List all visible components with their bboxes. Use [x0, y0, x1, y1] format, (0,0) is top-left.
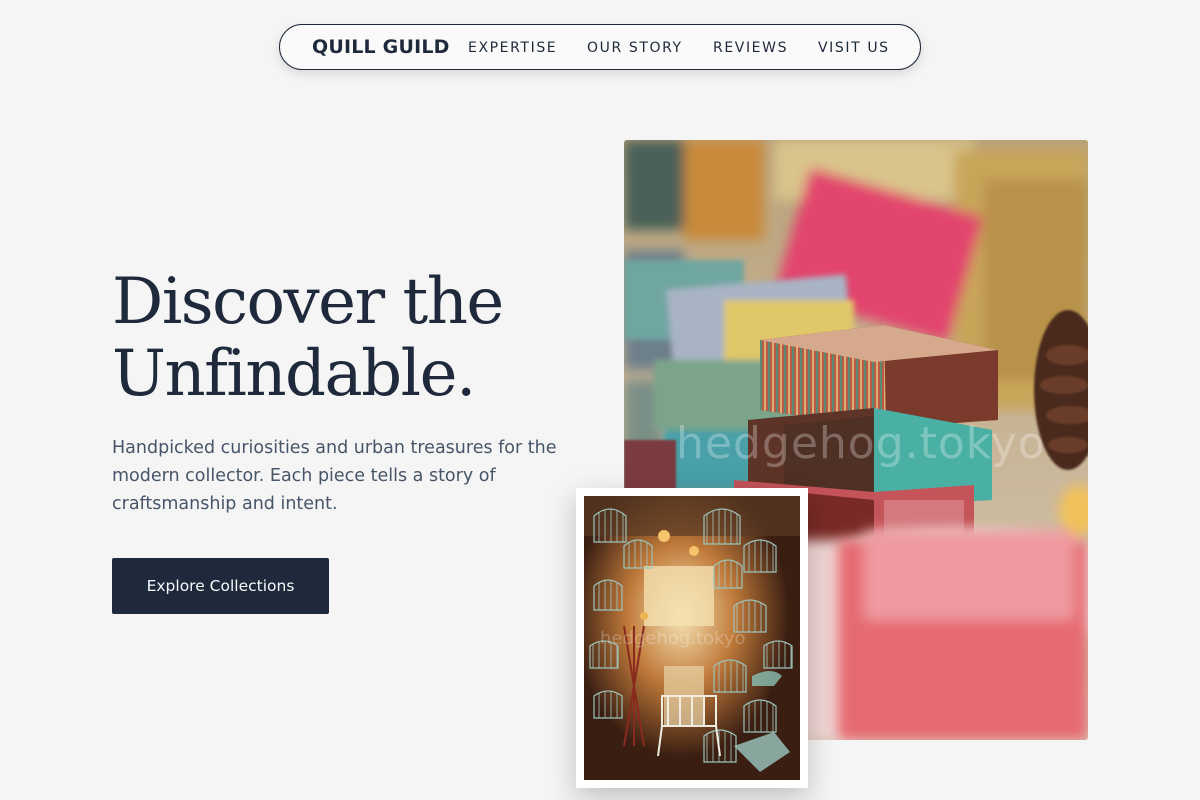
- nav-link-expertise[interactable]: EXPERTISE: [468, 39, 557, 57]
- nav-link-visit-us[interactable]: VISIT US: [818, 39, 890, 57]
- top-nav: QUILL GUILD EXPERTISE OUR STORY REVIEWS …: [279, 24, 921, 70]
- main-image-watermark: hedgehog.tokyo: [676, 418, 1046, 469]
- inset-image-frame: hedgehog.tokyo: [576, 488, 808, 788]
- brand-logo[interactable]: QUILL GUILD: [312, 35, 450, 59]
- inset-image: hedgehog.tokyo: [584, 496, 800, 780]
- inset-image-watermark: hedgehog.tokyo: [600, 628, 746, 649]
- hero-title-line-1: Discover the: [112, 265, 504, 339]
- nav-link-our-story[interactable]: OUR STORY: [587, 39, 683, 57]
- explore-collections-button[interactable]: Explore Collections: [112, 558, 329, 614]
- nav-link-reviews[interactable]: REVIEWS: [713, 39, 788, 57]
- hero-title-line-2: Unfindable.: [112, 337, 476, 411]
- hero-title: Discover the Unfindable.: [112, 266, 572, 410]
- hero-description: Handpicked curiosities and urban treasur…: [112, 438, 557, 514]
